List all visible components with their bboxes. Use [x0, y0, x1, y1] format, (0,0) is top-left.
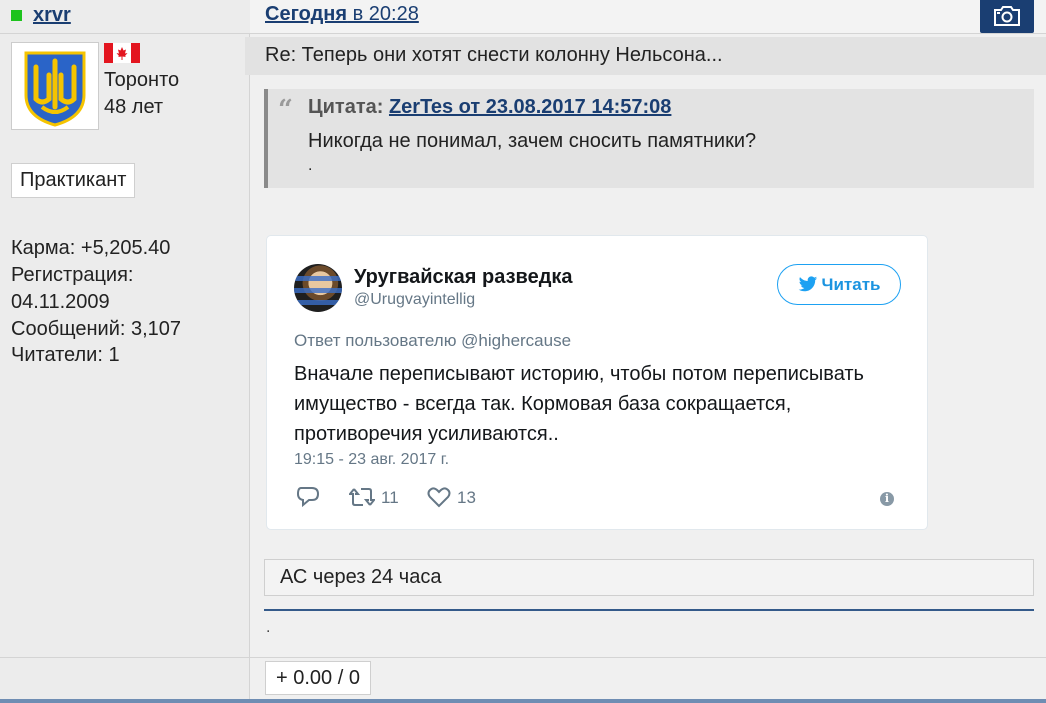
date-today: Сегодня — [265, 3, 348, 25]
user-city: Торонто — [104, 69, 180, 91]
post-date-link[interactable]: Сегодня в 20:28 — [265, 3, 419, 26]
tweet-embed: Уругвайская разведка @Urugvayintellig Чи… — [266, 235, 928, 530]
online-status-icon — [11, 10, 22, 21]
edit-note-box: АС через 24 часа — [264, 559, 1034, 596]
stat-karma: Карма: +5,205.40 — [11, 237, 171, 259]
retweet-icon — [347, 488, 377, 506]
quote-prefix: Цитата: — [308, 96, 389, 118]
username-link[interactable]: xrvr — [33, 4, 71, 27]
user-rank-badge: Практикант — [11, 163, 136, 198]
post-subject-bar: Re: Теперь они хотят снести колонну Нель… — [245, 37, 1046, 75]
footer-divider — [0, 657, 1046, 658]
tweet-author-handle[interactable]: @Urugvayintellig — [354, 291, 475, 309]
tweet-avatar[interactable] — [294, 264, 342, 312]
camera-button[interactable] — [980, 0, 1034, 33]
reply-action[interactable] — [296, 486, 326, 508]
quote-mark-icon: “ — [278, 95, 293, 125]
tweet-author-name[interactable]: Уругвайская разведка — [354, 266, 573, 289]
reply-icon — [296, 487, 320, 508]
post-rating[interactable]: + 0.00 / 0 — [265, 661, 371, 695]
camera-icon — [994, 6, 1020, 26]
date-time: в 20:28 — [347, 3, 419, 25]
post-header: Сегодня в 20:28 — [250, 0, 1046, 34]
bottom-border — [0, 699, 1046, 703]
quote-block: “ Цитата: ZerTes от 23.08.2017 14:57:08 … — [264, 89, 1034, 188]
edit-note-text: АС через 24 часа — [280, 566, 442, 588]
heart-icon — [427, 487, 451, 508]
like-action[interactable]: 13 — [427, 486, 476, 508]
tweet-text: Вначале переписывают историю, чтобы пото… — [294, 363, 864, 445]
quote-trailing-dot: . — [308, 157, 313, 174]
quote-source-link[interactable]: ZerTes от 23.08.2017 14:57:08 — [389, 96, 671, 118]
info-icon[interactable]: i — [880, 492, 894, 506]
quote-text: Никогда не понимал, зачем сносить памятн… — [308, 130, 757, 152]
stat-readers: Читатели: 1 — [11, 344, 120, 366]
avatar[interactable] — [11, 42, 99, 130]
follow-button[interactable]: Читать — [777, 264, 901, 305]
tweet-actions: 11 13 i — [294, 486, 904, 512]
quote-header: Цитата: ZerTes от 23.08.2017 14:57:08 — [308, 96, 671, 119]
like-count: 13 — [457, 488, 476, 507]
signature-text: . — [266, 619, 271, 636]
user-sidebar: xrvr Торонто 48 лет Практикант Карма: +5… — [0, 0, 250, 703]
follow-button-label: Читать — [821, 275, 881, 294]
twitter-bird-icon — [798, 276, 817, 292]
tweet-timestamp[interactable]: 19:15 - 23 авг. 2017 г. — [294, 451, 449, 469]
stat-registration-label: Регистрация: — [11, 264, 134, 286]
user-age: 48 лет — [104, 96, 164, 118]
post-subject: Re: Теперь они хотят снести колонну Нель… — [265, 44, 723, 66]
stat-registration-date: 04.11.2009 — [11, 291, 110, 313]
retweet-count: 11 — [381, 488, 399, 507]
signature-divider — [264, 609, 1034, 611]
stat-messages: Сообщений: 3,107 — [11, 318, 182, 340]
tweet-reply-to[interactable]: Ответ пользователю @highercause — [294, 331, 571, 351]
retweet-action[interactable]: 11 — [347, 486, 399, 508]
canada-flag-icon — [104, 43, 140, 63]
user-bar: xrvr — [0, 0, 250, 34]
